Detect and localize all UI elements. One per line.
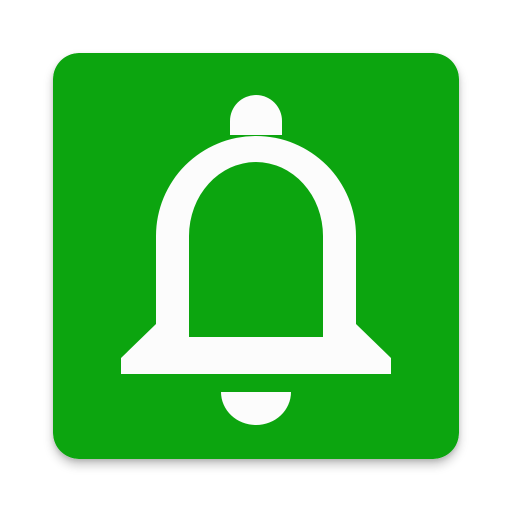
icon-canvas <box>0 0 512 512</box>
app-icon[interactable] <box>53 53 459 459</box>
app-icon-graphic <box>53 53 459 459</box>
